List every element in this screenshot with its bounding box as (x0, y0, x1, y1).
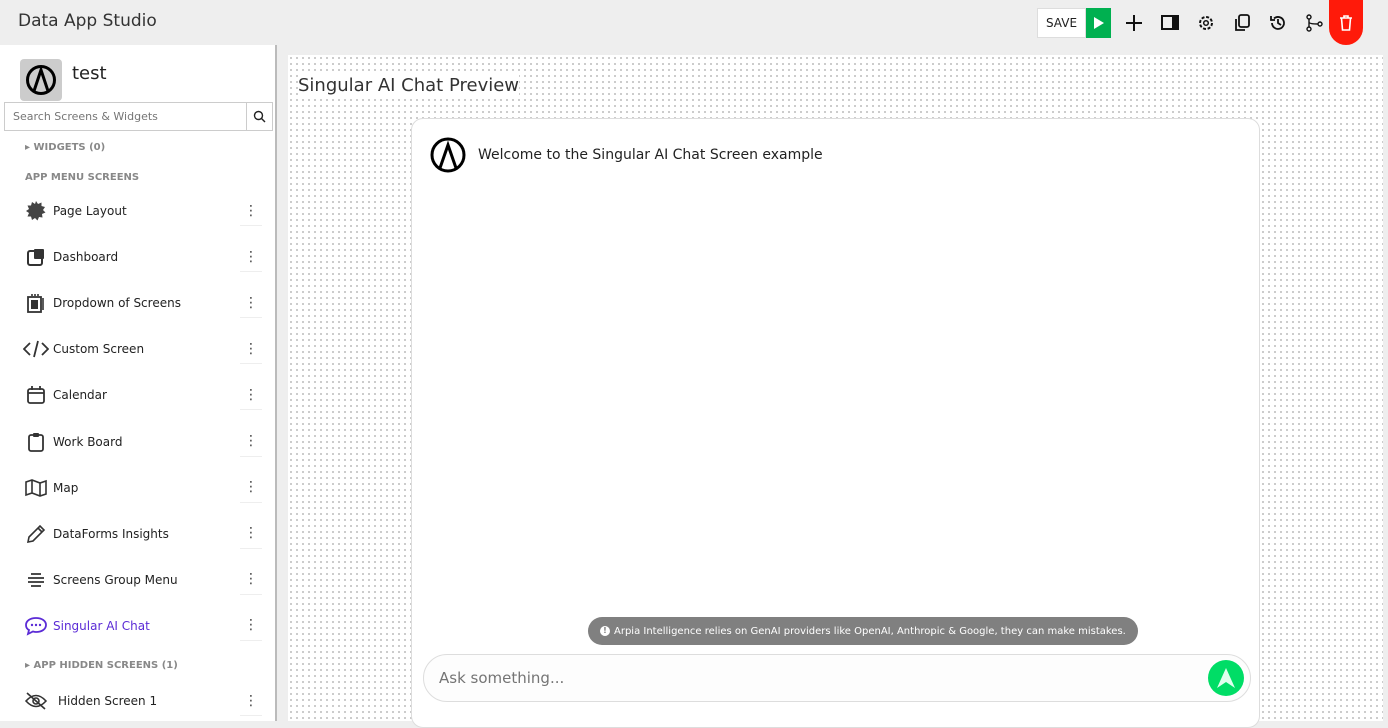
chat-icon (22, 616, 50, 636)
sidebar-item-label: Work Board (53, 434, 123, 449)
sidebar-item-label: Singular AI Chat (53, 618, 150, 633)
play-button[interactable] (1086, 8, 1111, 38)
sidebar-item-page-layout[interactable]: Page Layout ⋮ (0, 191, 275, 231)
sidebar-item-label: Dropdown of Screens (53, 296, 181, 311)
panel-button[interactable] (1152, 8, 1188, 38)
sidebar-item-label: Map (53, 480, 79, 495)
eye-off-icon (22, 692, 50, 710)
calendar-icon (22, 386, 50, 405)
sidebar-item-calendar[interactable]: Calendar ⋮ (0, 375, 275, 415)
sidebar-item-label: DataForms Insights (53, 526, 169, 541)
sidebar-item-hidden-screen-1[interactable]: Hidden Screen 1 ⋮ (0, 681, 275, 721)
plus-icon (1126, 15, 1142, 31)
gear-badge-icon (22, 201, 50, 221)
widgets-section[interactable]: ▸ WIDGETS (0) (25, 142, 105, 153)
dashboard-icon (22, 248, 50, 267)
arpia-logo-icon (26, 65, 56, 95)
more-options-button[interactable]: ⋮ (240, 242, 262, 273)
hidden-screens-section[interactable]: ▸ APP HIDDEN SCREENS (1) (25, 660, 178, 671)
sidebar-item-dropdown-of-screens[interactable]: Dropdown of Screens ⋮ (0, 283, 275, 323)
send-arrow-icon (1217, 668, 1235, 688)
more-options-button[interactable]: ⋮ (240, 288, 262, 319)
top-bar: Data App Studio SAVE (0, 0, 1388, 45)
chat-input[interactable] (424, 669, 1208, 687)
more-options-button[interactable]: ⋮ (240, 380, 262, 411)
more-options-button[interactable]: ⋮ (240, 196, 262, 226)
map-icon (22, 478, 50, 497)
branch-button[interactable] (1296, 8, 1332, 38)
more-options-button[interactable]: ⋮ (240, 686, 262, 716)
search-input[interactable] (5, 103, 246, 130)
sidebar-item-label: Screens Group Menu (53, 572, 178, 587)
app-name: test (72, 63, 107, 84)
sidebar-item-label: Custom Screen (53, 342, 145, 357)
copy-button[interactable] (1224, 8, 1260, 38)
info-icon: ! (600, 626, 610, 636)
branch-icon (1306, 14, 1323, 32)
chat-input-box (423, 654, 1251, 702)
arpia-logo-icon (430, 137, 466, 173)
menu-icon (22, 572, 50, 588)
add-button[interactable] (1116, 8, 1152, 38)
play-icon (1093, 17, 1104, 29)
app-title: Data App Studio (18, 11, 157, 31)
dropdown-icon (22, 293, 50, 314)
more-options-button[interactable]: ⋮ (240, 519, 262, 549)
chat-card: Welcome to the Singular AI Chat Screen e… (411, 118, 1260, 728)
sidebar-item-label: Calendar (53, 388, 107, 403)
pencil-icon (22, 524, 50, 544)
more-options-button[interactable]: ⋮ (240, 334, 262, 365)
disclaimer-notice: ! Arpia Intelligence relies on GenAI prov… (588, 617, 1138, 645)
search-button[interactable] (246, 103, 272, 130)
sidebar-item-label: Hidden Screen 1 (58, 694, 158, 708)
more-options-button[interactable]: ⋮ (240, 427, 262, 457)
sidebar-item-screens-group-menu[interactable]: Screens Group Menu ⋮ (0, 560, 275, 600)
sidebar-item-label: Dashboard (53, 250, 119, 265)
search-icon (253, 110, 266, 123)
page-title: Singular AI Chat Preview (298, 75, 520, 96)
sidebar-item-dataforms-insights[interactable]: DataForms Insights ⋮ (0, 514, 275, 554)
gear-icon (1199, 16, 1213, 30)
panel-icon (1161, 15, 1179, 30)
sidebar-item-custom-screen[interactable]: Custom Screen ⋮ (0, 329, 275, 369)
code-icon (22, 340, 50, 358)
app-logo (20, 59, 62, 101)
trash-icon (1340, 14, 1352, 31)
welcome-message: Welcome to the Singular AI Chat Screen e… (430, 137, 823, 173)
more-options-button[interactable]: ⋮ (240, 611, 262, 641)
send-button[interactable] (1208, 660, 1244, 696)
copy-icon (1235, 14, 1250, 31)
history-button[interactable] (1260, 8, 1296, 38)
delete-button[interactable] (1329, 0, 1363, 45)
history-icon (1270, 16, 1285, 30)
more-options-button[interactable]: ⋮ (240, 565, 262, 595)
preview-canvas: Singular AI Chat Preview Welcome to the … (288, 55, 1383, 728)
sidebar-item-work-board[interactable]: Work Board ⋮ (0, 422, 275, 462)
sidebar: test ▸ WIDGETS (0) APP MENU SCREENS Page… (0, 45, 277, 721)
more-options-button[interactable]: ⋮ (240, 473, 262, 503)
sidebar-item-singular-ai-chat[interactable]: Singular AI Chat ⋮ (0, 606, 275, 646)
sidebar-item-label: Page Layout (53, 204, 127, 218)
app-menu-screens-header: APP MENU SCREENS (25, 172, 140, 183)
save-button[interactable]: SAVE (1037, 8, 1086, 38)
sidebar-item-dashboard[interactable]: Dashboard ⋮ (0, 237, 275, 277)
settings-button[interactable] (1188, 8, 1224, 38)
search-box (4, 102, 273, 131)
clipboard-icon (22, 432, 50, 452)
sidebar-item-map[interactable]: Map ⋮ (0, 468, 275, 508)
